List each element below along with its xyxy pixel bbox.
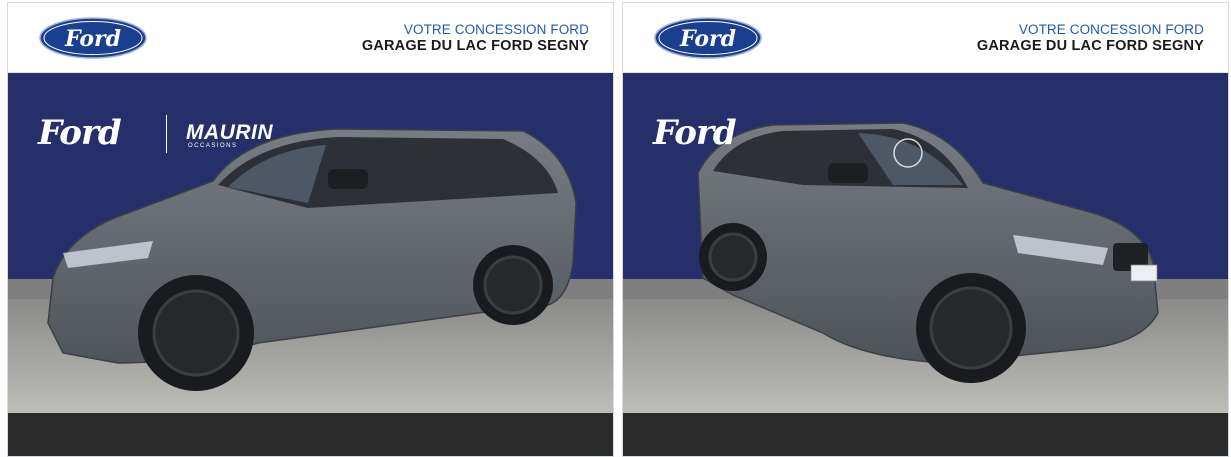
dealer-name: GARAGE DU LAC FORD SEGNY — [361, 38, 589, 54]
car-photo-left[interactable]: Ford VOTRE CONCESSION FORD GARAGE DU LAC… — [7, 2, 614, 457]
photo-header: Ford VOTRE CONCESSION FORD GARAGE DU LAC… — [8, 3, 613, 73]
maurin-subtitle: OCCASIONS — [188, 143, 238, 149]
ford-logo-text: Ford — [679, 26, 736, 52]
banner-ford-logo: Ford — [653, 113, 737, 153]
dealer-info: VOTRE CONCESSION FORD GARAGE DU LAC FORD… — [362, 21, 589, 55]
banner-divider — [166, 115, 167, 153]
banner-ford-logo: Ford — [38, 113, 122, 153]
ford-oval-logo: Ford — [39, 17, 147, 59]
car-photo-right[interactable]: Ford VOTRE CONCESSION FORD GARAGE DU LAC… — [622, 2, 1229, 457]
brand-banner: Ford MAURIN OCCASIONS — [38, 113, 273, 153]
dealer-info: VOTRE CONCESSION FORD GARAGE DU LAC FORD… — [977, 21, 1204, 55]
brand-banner: Ford — [653, 113, 737, 153]
photo-header: Ford VOTRE CONCESSION FORD GARAGE DU LAC… — [623, 3, 1228, 73]
maurin-logo: MAURIN — [186, 121, 273, 144]
dealer-tagline: VOTRE CONCESSION FORD — [1018, 22, 1204, 37]
photo-scene: Ford MAURIN OCCASIONS — [8, 73, 613, 413]
dark-footer-strip — [623, 413, 1228, 456]
ford-oval-logo: Ford — [654, 17, 762, 59]
dark-footer-strip — [8, 413, 613, 456]
dealer-tagline: VOTRE CONCESSION FORD — [403, 22, 589, 37]
dealer-name: GARAGE DU LAC FORD SEGNY — [976, 38, 1204, 54]
ford-logo-text: Ford — [64, 26, 121, 52]
photo-scene: Ford — [623, 73, 1228, 413]
